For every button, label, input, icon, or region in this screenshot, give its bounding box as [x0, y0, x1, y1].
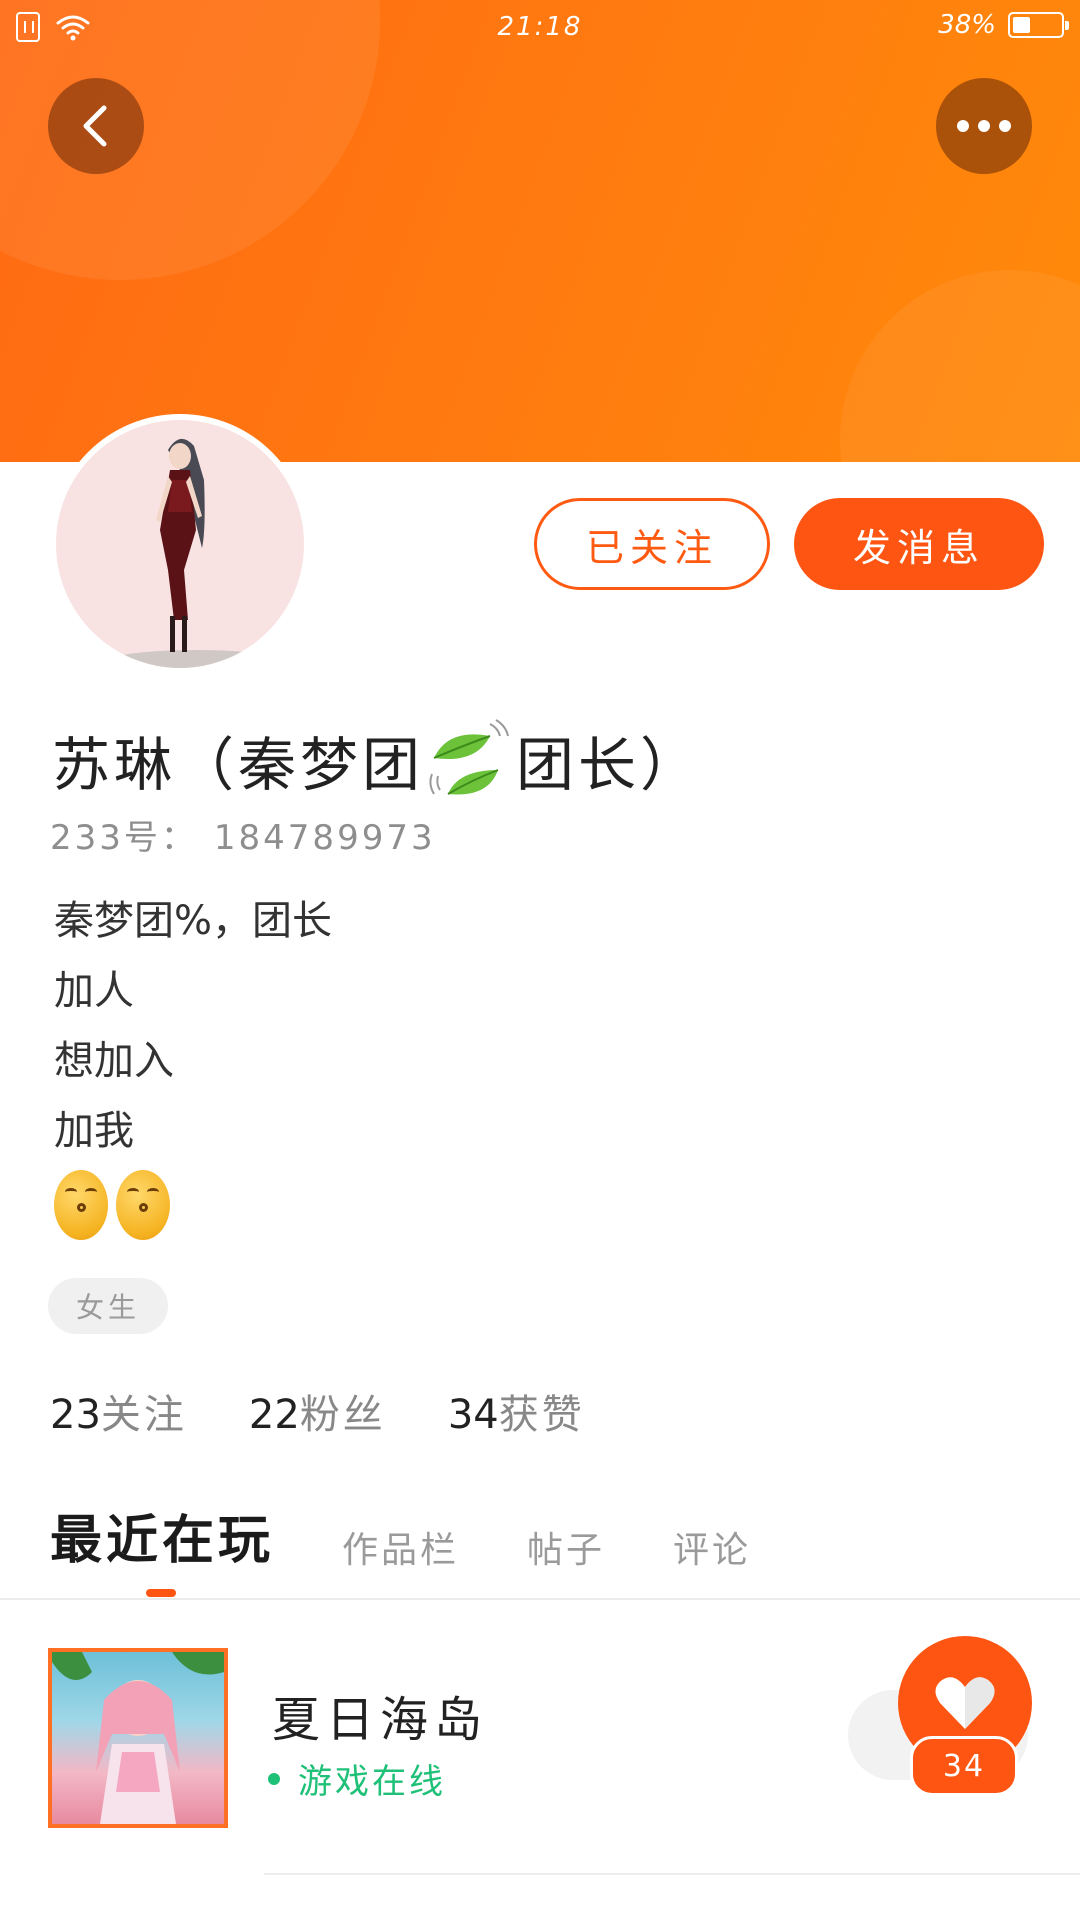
more-dots-icon — [957, 120, 1011, 132]
profile-name: 苏琳（秦梦团 团长） — [52, 718, 702, 802]
tab-comments[interactable]: 评论 — [673, 1521, 751, 1573]
banner-decoration — [840, 270, 1080, 462]
battery-level — [1013, 17, 1030, 33]
clock: 21:18 — [497, 12, 583, 42]
like-count-badge: 34 — [910, 1736, 1018, 1796]
user-id: 233号： 184789973 — [50, 810, 436, 859]
stat-value: 22 — [248, 1392, 300, 1438]
avatar[interactable] — [50, 414, 310, 674]
bio-line: 加人 — [54, 968, 134, 1014]
battery-icon — [1008, 12, 1069, 38]
heart-icon — [935, 1677, 995, 1729]
profile-tabs: 最近在玩 作品栏 帖子 评论 — [50, 1498, 819, 1573]
name-suffix: 团长） — [516, 731, 703, 799]
send-message-button[interactable]: 发消息 — [794, 498, 1044, 590]
stat-following[interactable]: 23关注 — [50, 1382, 187, 1440]
stat-label: 粉丝 — [299, 1392, 386, 1438]
kissing-closed-eyes-emoji — [54, 1170, 108, 1240]
name-prefix: 苏琳（秦梦团 — [52, 731, 425, 799]
bio-line: 加我 — [54, 1108, 134, 1154]
tab-posts[interactable]: 帖子 — [527, 1521, 605, 1573]
game-name: 夏日海岛 — [272, 1692, 489, 1748]
profile-banner — [0, 0, 1080, 462]
status-bar: 21:18 38% — [0, 0, 1080, 56]
stat-value: 23 — [50, 1392, 101, 1438]
tab-recent-games[interactable]: 最近在玩 — [50, 1498, 274, 1573]
bio-line: 秦梦团%，团长 — [54, 898, 333, 944]
profile-stats: 23关注 22粉丝 34获赞 — [50, 1382, 647, 1440]
avatar-image — [56, 420, 304, 668]
stat-likes[interactable]: 34获赞 — [448, 1382, 585, 1440]
bio-line: 想加入 — [54, 1038, 174, 1084]
online-dot-icon — [268, 1772, 280, 1785]
battery-percent: 38% — [938, 10, 996, 40]
kissing-closed-eyes-emoji — [116, 1170, 170, 1240]
bio-emoji-row — [54, 1170, 332, 1240]
chevron-left-icon — [83, 105, 107, 147]
tab-works[interactable]: 作品栏 — [342, 1521, 459, 1573]
stat-followers[interactable]: 22粉丝 — [249, 1382, 386, 1440]
user-id-label: 233号： — [50, 818, 198, 858]
divider — [0, 1598, 1080, 1600]
back-button[interactable] — [48, 78, 144, 174]
stat-value: 34 — [447, 1392, 499, 1438]
active-tab-indicator — [146, 1589, 176, 1597]
stat-label: 关注 — [100, 1392, 187, 1438]
leaf-fluttering-emoji — [428, 718, 512, 802]
game-status-text: 游戏在线 — [298, 1762, 446, 1802]
game-status: 游戏在线 — [268, 1754, 446, 1803]
stat-label: 获赞 — [498, 1392, 585, 1438]
more-button[interactable] — [936, 78, 1032, 174]
divider — [264, 1873, 1080, 1875]
user-id-value: 184789973 — [213, 818, 436, 858]
game-thumbnail — [48, 1648, 228, 1828]
followed-button[interactable]: 已关注 — [534, 498, 770, 590]
bio: 秦梦团%，团长 加人 想加入 加我 — [54, 886, 332, 1240]
gender-tag: 女生 — [48, 1278, 168, 1334]
